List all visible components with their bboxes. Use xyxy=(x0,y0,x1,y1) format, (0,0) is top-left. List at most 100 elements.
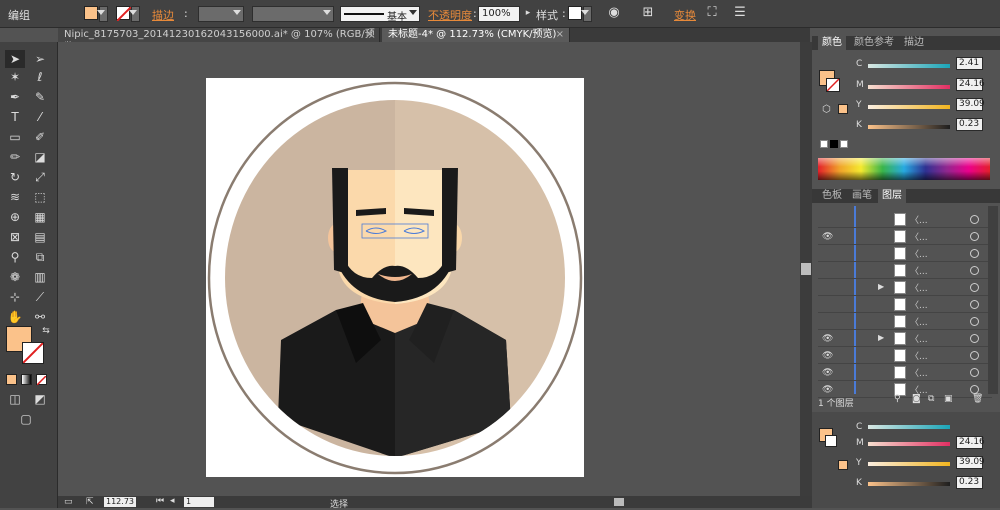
isolate-icon[interactable]: ⛶ xyxy=(704,5,720,21)
target-circle-icon[interactable] xyxy=(970,266,979,275)
vertical-scroll-thumb[interactable] xyxy=(801,263,811,275)
target-circle-icon[interactable] xyxy=(970,249,979,258)
tab-untitled-document[interactable]: 未标题-4* @ 112.73% (CMYK/预览) × xyxy=(382,28,570,42)
tab-color-guide[interactable]: 颜色参考 xyxy=(850,36,898,50)
layers-scrollbar[interactable] xyxy=(988,206,998,394)
graphic-style-dropdown[interactable] xyxy=(581,6,592,22)
shape-builder-tool-icon[interactable]: ⊕ xyxy=(5,208,25,226)
eyedropper-tool-icon[interactable]: ⚲ xyxy=(5,248,25,266)
screen-mode-icon[interactable]: ▢ xyxy=(16,410,36,428)
stroke-color-box[interactable] xyxy=(22,342,44,364)
expand-arrow-icon[interactable]: ▶ xyxy=(878,282,884,291)
yellow-slider[interactable] xyxy=(868,105,950,109)
expand-arrow-icon[interactable]: ▶ xyxy=(878,333,884,342)
stroke-weight-dropdown[interactable] xyxy=(198,6,244,22)
make-clipping-mask-icon[interactable]: ◙ xyxy=(912,394,921,404)
target-circle-icon[interactable] xyxy=(970,351,979,360)
draw-inside-icon[interactable]: ◩ xyxy=(30,390,50,408)
rectangle-tool-icon[interactable]: ▭ xyxy=(5,128,25,146)
curvature-tool-icon[interactable]: ✎ xyxy=(30,88,50,106)
floating-yellow-slider[interactable] xyxy=(868,462,950,466)
floating-black-slider[interactable] xyxy=(868,482,950,486)
closest-color-swatch[interactable] xyxy=(838,104,848,114)
delete-layer-icon[interactable]: 🗑 xyxy=(972,394,983,404)
opacity-input[interactable]: 100% xyxy=(478,6,520,22)
artboard-tool-icon[interactable]: ⊹ xyxy=(5,288,25,306)
magic-wand-tool-icon[interactable]: ✶ xyxy=(5,68,25,86)
blend-tool-icon[interactable]: ⧉ xyxy=(30,248,50,266)
fill-swatch[interactable] xyxy=(84,6,98,20)
cyan-slider[interactable] xyxy=(868,64,950,68)
none-swatch[interactable] xyxy=(820,140,828,148)
avatar-illustration[interactable] xyxy=(206,78,584,477)
export-icon[interactable]: ⇱ xyxy=(86,497,94,507)
transform-label[interactable]: 变换 xyxy=(674,7,696,23)
target-circle-icon[interactable] xyxy=(970,385,979,394)
yellow-value[interactable]: 39.09 xyxy=(956,98,985,111)
hand-tool-icon[interactable]: ✋ xyxy=(5,308,25,326)
magenta-slider[interactable] xyxy=(868,85,950,89)
line-tool-icon[interactable]: ⁄ xyxy=(30,108,50,126)
free-transform-tool-icon[interactable]: ⬚ xyxy=(30,188,50,206)
out-of-gamut-icon[interactable]: ⬡ xyxy=(822,104,831,115)
white-swatch[interactable] xyxy=(840,140,848,148)
tab-brushes[interactable]: 画笔 xyxy=(848,189,876,203)
eraser-tool-icon[interactable]: ◪ xyxy=(30,148,50,166)
layer-row[interactable]: 〈... xyxy=(818,297,992,313)
new-layer-icon[interactable]: ▣ xyxy=(944,394,953,404)
graph-tool-icon[interactable]: ▥ xyxy=(30,268,50,286)
black-value[interactable]: 0.23 xyxy=(956,118,983,131)
target-circle-icon[interactable] xyxy=(970,283,979,292)
tab-layers[interactable]: 图层 xyxy=(878,189,906,203)
perspective-grid-tool-icon[interactable]: ▦ xyxy=(30,208,50,226)
previous-artboard-icon[interactable]: ◂ xyxy=(170,496,175,506)
tab-stroke[interactable]: 描边 xyxy=(900,36,928,50)
direct-selection-tool-icon[interactable]: ➢ xyxy=(30,50,50,68)
layer-row[interactable]: 👁 〈... xyxy=(818,229,992,245)
zoom-input[interactable]: 112.73 xyxy=(104,497,136,507)
variable-width-dropdown[interactable] xyxy=(252,6,334,22)
artboard-number-input[interactable]: 1 xyxy=(184,497,214,507)
gradient-tool-icon[interactable]: ▤ xyxy=(30,228,50,246)
mesh-tool-icon[interactable]: ⊠ xyxy=(5,228,25,246)
swap-colors-icon[interactable]: ⇆ xyxy=(36,322,56,340)
fill-dropdown[interactable] xyxy=(97,6,108,22)
floating-stroke-swatch[interactable] xyxy=(825,435,837,447)
selection-tool-icon[interactable]: ➤ xyxy=(5,50,25,68)
brush-definition-dropdown[interactable]: 基本 xyxy=(340,6,420,23)
first-artboard-icon[interactable]: ⏮ xyxy=(156,496,164,506)
black-slider[interactable] xyxy=(868,125,950,129)
panel-menu-icon[interactable]: ☰ xyxy=(732,5,748,21)
width-tool-icon[interactable]: ≋ xyxy=(5,188,25,206)
paintbrush-tool-icon[interactable]: ✐ xyxy=(30,128,50,146)
stroke-dropdown[interactable] xyxy=(129,6,140,22)
stroke-swatch[interactable] xyxy=(116,6,132,22)
rotate-tool-icon[interactable]: ↻ xyxy=(5,168,25,186)
tab-color[interactable]: 颜色 xyxy=(818,36,846,50)
magenta-value[interactable]: 24.16 xyxy=(956,78,985,91)
draw-mode-icon[interactable]: ◫ xyxy=(5,390,25,408)
target-circle-icon[interactable] xyxy=(970,215,979,224)
pen-tool-icon[interactable]: ✒ xyxy=(5,88,25,106)
panel-stroke-swatch[interactable] xyxy=(826,78,840,92)
symbol-sprayer-tool-icon[interactable]: ❁ xyxy=(5,268,25,286)
new-sublayer-icon[interactable]: ⧉ xyxy=(928,394,934,404)
none-mode-icon[interactable] xyxy=(36,374,47,386)
stroke-label[interactable]: 描边 xyxy=(152,7,174,23)
close-icon[interactable]: × xyxy=(556,28,564,41)
artboard[interactable] xyxy=(206,78,584,477)
black-swatch[interactable] xyxy=(830,140,838,148)
align-icon[interactable]: ⊞ xyxy=(640,5,656,21)
target-circle-icon[interactable] xyxy=(970,334,979,343)
layer-row[interactable]: 〈... xyxy=(818,246,992,262)
floating-cyan-slider[interactable] xyxy=(868,425,950,429)
visibility-eye-icon[interactable]: 👁 xyxy=(822,351,833,361)
target-circle-icon[interactable] xyxy=(970,317,979,326)
visibility-eye-icon[interactable]: 👁 xyxy=(822,385,833,395)
target-circle-icon[interactable] xyxy=(970,232,979,241)
horizontal-scroll-thumb[interactable] xyxy=(614,498,624,506)
visibility-eye-icon[interactable]: 👁 xyxy=(822,334,833,344)
type-tool-icon[interactable]: T xyxy=(5,108,25,126)
gradient-mode-icon[interactable] xyxy=(21,374,32,385)
layer-row[interactable]: 👁 〈... xyxy=(818,348,992,364)
